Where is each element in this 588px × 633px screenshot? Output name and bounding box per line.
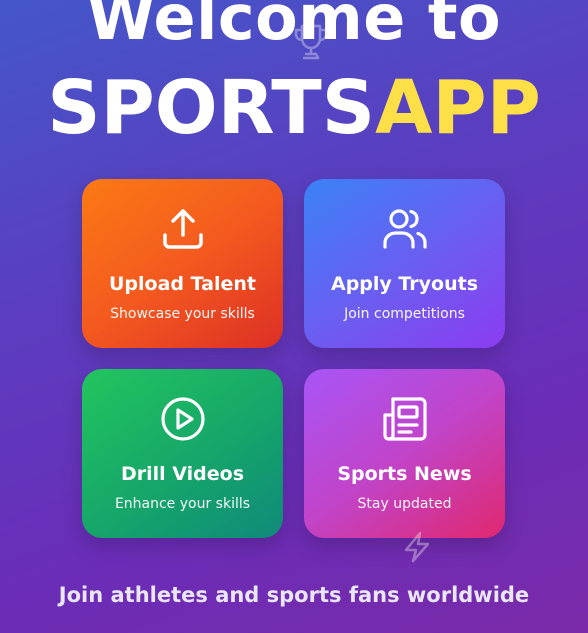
brand-main: SPORTS [47, 65, 376, 151]
welcome-heading: Welcome to [86, 0, 502, 54]
sports-news-card[interactable]: Sports News Stay updated [304, 369, 505, 538]
brand-title: SPORTSAPP [0, 66, 588, 150]
card-title: Apply Tryouts [330, 273, 479, 295]
upload-talent-card[interactable]: Upload Talent Showcase your skills [82, 179, 283, 348]
card-title: Drill Videos [120, 463, 245, 485]
drill-videos-card[interactable]: Drill Videos Enhance your skills [82, 369, 283, 538]
card-subtitle: Stay updated [357, 496, 452, 512]
card-subtitle: Join competitions [344, 306, 465, 322]
footer-tagline: Join athletes and sports fans worldwide [58, 583, 530, 607]
card-title: Upload Talent [109, 273, 256, 295]
brand-accent: APP [375, 65, 541, 151]
users-icon [382, 209, 427, 249]
newspaper-icon [382, 397, 427, 441]
card-subtitle: Enhance your skills [114, 496, 251, 512]
lightning-bolt-icon [404, 531, 430, 563]
upload-icon [162, 209, 203, 249]
apply-tryouts-card[interactable]: Apply Tryouts Join competitions [304, 179, 505, 348]
play-circle-icon [160, 397, 205, 441]
card-title: Sports News [337, 463, 472, 485]
card-subtitle: Showcase your skills [110, 306, 255, 322]
